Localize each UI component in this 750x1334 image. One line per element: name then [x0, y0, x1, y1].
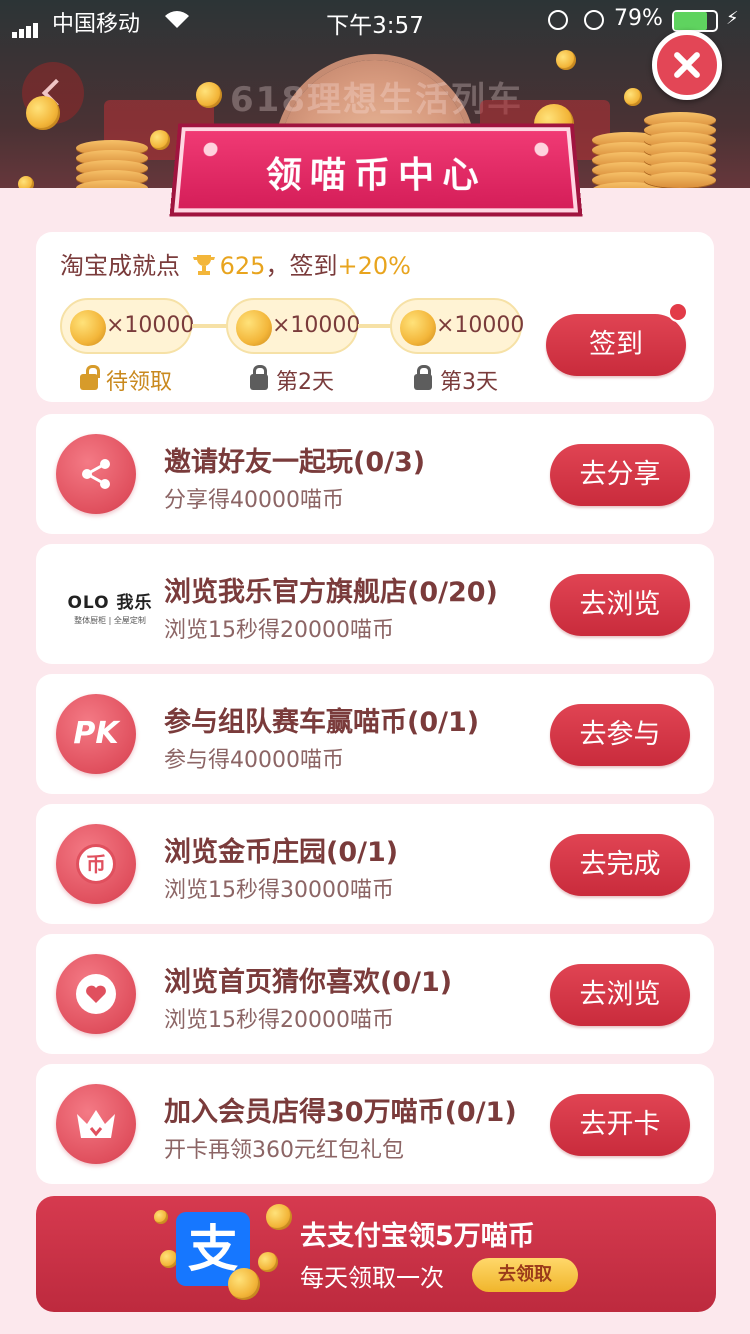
task-card: 邀请好友一起玩(0/3) 分享得40000喵币 去分享 — [36, 414, 714, 534]
notification-dot — [668, 302, 688, 322]
alipay-title: 去支付宝领5万喵币 — [300, 1221, 535, 1252]
coin-icon — [556, 50, 576, 70]
coin-icon — [266, 1204, 292, 1230]
header-banner: 领喵币中心 — [173, 127, 579, 213]
task-title: 加入会员店得30万喵币(0/1) — [164, 1097, 517, 1128]
task-title: 浏览金币庄园(0/1) — [164, 837, 399, 868]
coin-icon — [624, 88, 642, 106]
task-title: 邀请好友一起玩(0/3) — [164, 447, 426, 478]
lock-icon — [414, 365, 432, 390]
task-subtitle: 浏览15秒得30000喵币 — [164, 878, 394, 903]
heart-icon-bg — [76, 974, 116, 1014]
orientation-lock-icon — [548, 10, 568, 30]
trophy-icon — [192, 255, 215, 275]
day-reward-pill: ×10000 — [60, 298, 195, 354]
pk-icon-text: PK — [73, 716, 119, 751]
checkin-button[interactable]: 签到 — [546, 314, 686, 376]
alipay-banner[interactable]: 支 去支付宝领5万喵币 每天领取一次 去领取 — [36, 1196, 716, 1312]
day-status: 待领取 — [56, 364, 196, 396]
day-status-label: 待领取 — [105, 370, 172, 395]
task-action-button[interactable]: 去浏览 — [550, 964, 690, 1026]
status-bar: 中国移动 下午3:57 79% ⚡ — [0, 0, 750, 40]
charging-icon: ⚡ — [726, 8, 739, 29]
battery-percent: 79% — [614, 6, 663, 31]
task-title: 参与组队赛车赢喵币(0/1) — [164, 707, 480, 738]
task-action-button[interactable]: 去分享 — [550, 444, 690, 506]
day-reward-pill: ×10000 — [226, 298, 361, 354]
task-subtitle: 浏览15秒得20000喵币 — [164, 1008, 394, 1033]
checkin-separator: ，签到 — [265, 252, 338, 280]
page-title: 领喵币中心 — [264, 155, 488, 197]
share-icon — [56, 434, 136, 514]
day-status: 第3天 — [386, 364, 526, 396]
task-subtitle: 开卡再领360元红包礼包 — [164, 1138, 404, 1163]
task-card: 币 浏览金币庄园(0/1) 浏览15秒得30000喵币 去完成 — [36, 804, 714, 924]
task-card: OLO 我乐 整体厨柜 | 全屋定制 浏览我乐官方旗舰店(0/20) 浏览15秒… — [36, 544, 714, 664]
task-subtitle: 参与得40000喵币 — [164, 748, 344, 773]
day-connector — [192, 324, 230, 328]
task-action-button[interactable]: 去浏览 — [550, 574, 690, 636]
task-action-button[interactable]: 去完成 — [550, 834, 690, 896]
day-status-label: 第3天 — [440, 370, 498, 395]
day-reward-amount: ×10000 — [106, 313, 195, 338]
task-card: 加入会员店得30万喵币(0/1) 开卡再领360元红包礼包 去开卡 — [36, 1064, 714, 1184]
brand-name: OLO 我乐 — [67, 593, 153, 613]
day-reward-pill: ×10000 — [390, 298, 525, 354]
coin-icon — [26, 96, 60, 130]
coin-icon-text: 币 — [76, 844, 116, 884]
lock-icon — [250, 365, 268, 390]
day-reward-amount: ×10000 — [272, 313, 361, 338]
coin-icon — [196, 82, 222, 108]
task-card: PK 参与组队赛车赢喵币(0/1) 参与得40000喵币 去参与 — [36, 674, 714, 794]
alipay-claim-button[interactable]: 去领取 — [472, 1258, 578, 1292]
task-action-button[interactable]: 去参与 — [550, 704, 690, 766]
crown-icon — [56, 1084, 136, 1164]
coin-icon — [70, 310, 106, 346]
alipay-subtitle: 每天领取一次 — [300, 1264, 444, 1292]
achievement-line: 淘宝成就点 625，签到+20% — [60, 246, 411, 281]
coin-icon — [400, 310, 436, 346]
task-title: 浏览我乐官方旗舰店(0/20) — [164, 577, 498, 608]
coin-icon — [150, 130, 170, 150]
task-subtitle: 分享得40000喵币 — [164, 488, 344, 513]
task-subtitle: 浏览15秒得20000喵币 — [164, 618, 394, 643]
day-status-label: 第2天 — [276, 370, 334, 395]
day-status: 第2天 — [222, 364, 362, 396]
coin-icon: 币 — [56, 824, 136, 904]
achievement-points: 625 — [219, 252, 266, 280]
checkin-card: 淘宝成就点 625，签到+20% ×10000 ×10000 ×10000 待领… — [36, 232, 714, 402]
alarm-icon — [584, 10, 604, 30]
pk-icon: PK — [56, 694, 136, 774]
task-card: 浏览首页猜你喜欢(0/1) 浏览15秒得20000喵币 去浏览 — [36, 934, 714, 1054]
checkin-bonus: +20% — [337, 252, 411, 280]
brand-tagline: 整体厨柜 | 全屋定制 — [74, 616, 146, 625]
task-action-button[interactable]: 去开卡 — [550, 1094, 690, 1156]
day-reward-amount: ×10000 — [436, 313, 525, 338]
battery-icon — [672, 10, 718, 32]
olo-brand-logo: OLO 我乐 整体厨柜 | 全屋定制 — [50, 588, 170, 625]
unlock-icon — [79, 365, 100, 390]
close-button[interactable] — [652, 30, 722, 100]
heart-icon — [56, 954, 136, 1034]
coin-icon — [258, 1252, 278, 1272]
achievement-label: 淘宝成就点 — [60, 252, 180, 280]
coin-icon — [154, 1210, 168, 1224]
coin-stack-icon — [644, 112, 716, 188]
coin-icon — [228, 1268, 260, 1300]
task-title: 浏览首页猜你喜欢(0/1) — [164, 967, 453, 998]
coin-icon — [236, 310, 272, 346]
